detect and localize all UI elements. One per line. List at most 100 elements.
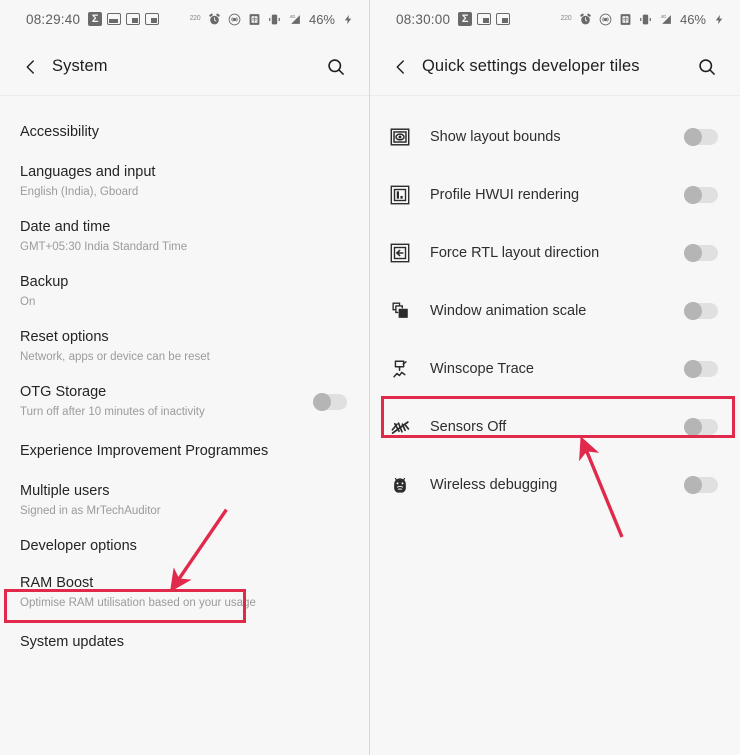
list-item-subtitle: On	[20, 296, 36, 308]
window-pip-icon	[145, 12, 160, 26]
tile-toggle[interactable]	[684, 128, 718, 146]
tile-label: Force RTL layout direction	[430, 245, 600, 261]
list-item-subtitle: English (India), Gboard	[20, 186, 139, 198]
tile-label: Profile HWUI rendering	[430, 187, 580, 203]
battery-percentage: 46%	[679, 11, 706, 27]
tile-label: Window animation scale	[430, 303, 587, 319]
list-item-title: System updates	[20, 633, 124, 650]
alarm-icon	[208, 12, 222, 26]
vibrate-icon	[268, 12, 282, 26]
search-icon[interactable]	[321, 52, 351, 82]
back-button[interactable]	[16, 52, 46, 82]
system-settings-list: Accessibility Languages and input Englis…	[0, 96, 369, 664]
list-item-subtitle: Optimise RAM utilisation based on your u…	[20, 597, 256, 609]
status-bar-notification-icons	[458, 12, 511, 26]
list-item-subtitle: Signed in as MrTechAuditor	[20, 505, 161, 517]
tile-row-window-animation-scale[interactable]: Window animation scale	[370, 282, 740, 340]
right-status-bar: 08:30:00 220	[370, 0, 740, 38]
status-bar-system-icons: 220 4G 46%	[559, 12, 726, 27]
hotspot-icon	[228, 12, 242, 26]
tile-toggle[interactable]	[684, 476, 718, 494]
dual-screenshot-comparison: 08:29:40 220	[0, 0, 740, 755]
data-saver-value: 220	[189, 15, 201, 22]
status-bar-system-icons: 220 4G 46%	[188, 12, 355, 27]
otg-storage-toggle[interactable]	[313, 392, 347, 411]
sigma-app-icon	[458, 12, 473, 26]
signal-4g-icon: 4G	[288, 12, 302, 26]
page-title: System	[52, 57, 108, 75]
android-bug-icon	[388, 473, 412, 497]
list-item-title: RAM Boost	[20, 575, 94, 591]
signal-4g-icon: 4G	[659, 12, 673, 26]
list-item[interactable]: Date and time GMT+05:30 India Standard T…	[0, 209, 369, 264]
tile-toggle[interactable]	[684, 186, 718, 204]
svg-text:4G: 4G	[661, 13, 667, 18]
left-app-bar: System	[0, 38, 369, 96]
list-item[interactable]: Accessibility	[0, 110, 369, 154]
sigma-app-icon	[88, 12, 103, 26]
tile-toggle[interactable]	[684, 244, 718, 262]
split-screen-icon	[107, 12, 122, 26]
tile-row-winscope-trace[interactable]: Winscope Trace	[370, 340, 740, 398]
back-button[interactable]	[386, 52, 416, 82]
list-item[interactable]: Experience Improvement Programmes	[0, 429, 369, 473]
list-item[interactable]: OTG Storage Turn off after 10 minutes of…	[0, 374, 369, 429]
list-item[interactable]: Languages and input English (India), Gbo…	[0, 154, 369, 209]
tile-row-force-rtl-layout-direction[interactable]: Force RTL layout direction	[370, 224, 740, 282]
window-pip-icon	[477, 12, 492, 26]
tile-label: Show layout bounds	[430, 129, 561, 145]
list-item[interactable]: Backup On	[0, 264, 369, 319]
battery-percentage: 46%	[308, 11, 335, 27]
left-status-bar: 08:29:40 220	[0, 0, 369, 38]
window-pip-icon	[126, 12, 141, 26]
tile-toggle[interactable]	[684, 360, 718, 378]
list-item[interactable]: Reset options Network, apps or device ca…	[0, 319, 369, 374]
rtl-arrow-icon	[388, 241, 412, 265]
list-item-subtitle: Turn off after 10 minutes of inactivity	[20, 406, 205, 418]
left-phone-screen: 08:29:40 220	[0, 0, 370, 755]
tile-label: Wireless debugging	[430, 477, 558, 493]
status-bar-clock: 08:29:40	[26, 11, 81, 27]
list-item-title: Languages and input	[20, 164, 156, 180]
status-bar-clock: 08:30:00	[396, 11, 451, 27]
tile-toggle[interactable]	[684, 418, 718, 436]
list-item-title: Multiple users	[20, 483, 110, 499]
window-stack-icon	[388, 299, 412, 323]
list-item[interactable]: System updates	[0, 620, 369, 664]
data-saver-220-icon: 220	[188, 12, 202, 26]
search-icon[interactable]	[692, 52, 722, 82]
charging-bolt-icon	[712, 12, 726, 26]
list-item-developer-options[interactable]: Developer options	[0, 528, 369, 565]
tile-label: Sensors Off	[430, 419, 507, 435]
layout-bounds-icon	[388, 125, 412, 149]
tile-label: Winscope Trace	[430, 361, 534, 377]
list-item-title: OTG Storage	[20, 384, 107, 400]
charging-bolt-icon	[341, 12, 355, 26]
sim-icon	[248, 12, 262, 26]
list-item-title: Developer options	[20, 538, 137, 554]
tile-toggle[interactable]	[684, 302, 718, 320]
tile-row-show-layout-bounds[interactable]: Show layout bounds	[370, 108, 740, 166]
list-item-title: Date and time	[20, 219, 111, 235]
hotspot-icon	[599, 12, 613, 26]
svg-text:4G: 4G	[290, 13, 296, 18]
list-item-subtitle: Network, apps or device can be reset	[20, 351, 210, 363]
window-pip-icon	[496, 12, 511, 26]
list-item-title: Experience Improvement Programmes	[20, 442, 269, 459]
alarm-icon	[579, 12, 593, 26]
sim-icon	[619, 12, 633, 26]
list-item[interactable]: Multiple users Signed in as MrTechAudito…	[0, 473, 369, 528]
list-item[interactable]: RAM Boost Optimise RAM utilisation based…	[0, 565, 369, 620]
tile-row-wireless-debugging[interactable]: Wireless debugging	[370, 456, 740, 514]
sensors-off-icon	[388, 415, 412, 439]
list-item-title: Accessibility	[20, 123, 99, 140]
page-title: Quick settings developer tiles	[422, 57, 640, 75]
developer-tiles-list: Show layout bounds Profile HWUI renderin…	[370, 96, 740, 514]
status-bar-notification-icons	[88, 12, 160, 26]
tile-row-sensors-off[interactable]: Sensors Off	[370, 398, 740, 456]
vibrate-icon	[639, 12, 653, 26]
tile-row-profile-hwui-rendering[interactable]: Profile HWUI rendering	[370, 166, 740, 224]
data-saver-value: 220	[560, 15, 572, 22]
list-item-title: Backup	[20, 274, 69, 290]
right-phone-screen: 08:30:00 220	[370, 0, 740, 755]
